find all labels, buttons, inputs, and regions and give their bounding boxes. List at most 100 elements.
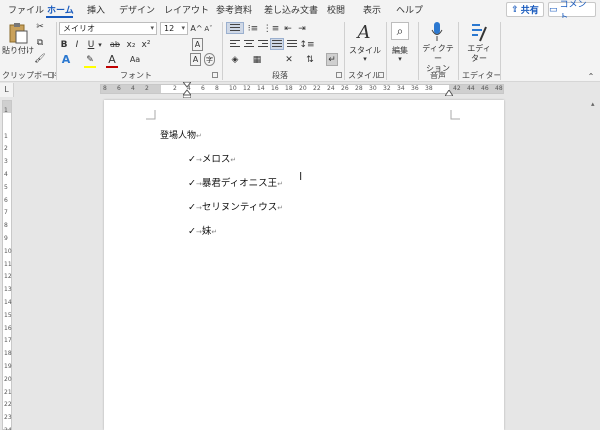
vertical-scrollbar[interactable] bbox=[590, 100, 600, 430]
margin-corner-mark bbox=[146, 110, 156, 120]
increase-indent-icon[interactable]: ⇥ bbox=[296, 22, 308, 35]
group-divider bbox=[458, 22, 459, 80]
ruler-tick-label: 23 bbox=[4, 414, 12, 422]
paragraph-mark: ↵ bbox=[277, 180, 284, 188]
search-icon[interactable]: ⌕ bbox=[391, 22, 409, 40]
char-border-button[interactable]: A bbox=[190, 53, 201, 66]
group-divider bbox=[56, 22, 57, 80]
ruler-tick-label: 16 bbox=[271, 85, 279, 92]
bold-button[interactable]: B bbox=[59, 38, 69, 51]
ruler-tick-label: 8 bbox=[4, 222, 8, 230]
ruler-tick-label: 14 bbox=[4, 299, 12, 306]
clipboard-launcher-icon[interactable] bbox=[48, 72, 54, 78]
distribute-icon[interactable] bbox=[287, 40, 297, 49]
list-item[interactable]: ✓→セリヌンティウス↵ bbox=[188, 199, 283, 213]
ruler-tick-label: 21 bbox=[4, 388, 12, 396]
tab-8[interactable]: 表示 bbox=[363, 3, 381, 16]
change-case-button[interactable]: Aa bbox=[128, 53, 142, 66]
highlight-icon[interactable]: ✎ bbox=[84, 53, 96, 66]
grow-font-button[interactable]: A^ bbox=[190, 22, 202, 35]
line-spacing-icon[interactable]: ↕≡ bbox=[299, 38, 314, 51]
superscript-button[interactable]: x² bbox=[140, 38, 152, 51]
comment-button[interactable]: ▭コメント bbox=[548, 0, 596, 23]
underline-button[interactable]: U bbox=[86, 38, 96, 51]
margin-corner-mark bbox=[450, 110, 460, 120]
ruler-tick-label: 20 bbox=[4, 375, 12, 383]
enclosed-char-button[interactable]: 字 bbox=[204, 53, 215, 66]
ruler-tick-label: 12 bbox=[243, 85, 251, 92]
style-launcher-icon[interactable] bbox=[378, 72, 384, 78]
styles-gallery-icon[interactable]: A bbox=[352, 21, 376, 43]
cut-icon[interactable]: ✂ bbox=[34, 20, 46, 33]
scroll-up-icon[interactable]: ▴ bbox=[591, 100, 595, 108]
decrease-indent-icon[interactable]: ⇤ bbox=[282, 22, 294, 35]
tab-3[interactable]: デザイン bbox=[119, 3, 155, 16]
ruler-tick-label: 8 bbox=[215, 85, 219, 92]
comment-icon: ▭ bbox=[549, 4, 558, 15]
tab-9[interactable]: ヘルプ bbox=[396, 3, 423, 16]
tab-2[interactable]: 挿入 bbox=[87, 3, 105, 16]
ruler-tick-label: 28 bbox=[355, 85, 363, 92]
font-color-swatch bbox=[106, 66, 118, 68]
italic-button[interactable]: I bbox=[72, 38, 82, 51]
strikethrough-button[interactable]: ab bbox=[108, 38, 122, 51]
editor-button[interactable]: エディ ター bbox=[462, 44, 496, 64]
shrink-font-button[interactable]: Aˇ bbox=[203, 22, 214, 35]
font-launcher-icon[interactable] bbox=[212, 72, 218, 78]
font-color-icon[interactable]: A bbox=[106, 53, 118, 66]
shading-icon[interactable]: ◈ bbox=[228, 53, 242, 66]
editor-icon[interactable] bbox=[470, 21, 488, 43]
format-painter-icon[interactable]: 🖌 bbox=[34, 52, 46, 65]
copy-icon[interactable]: ⧉ bbox=[34, 36, 46, 49]
tab-selector-icon[interactable]: L bbox=[0, 83, 14, 97]
text-effects-icon[interactable]: A bbox=[60, 53, 72, 66]
list-item[interactable]: ✓→メロス↵ bbox=[188, 151, 236, 165]
ruler-tick-label: 2 bbox=[173, 85, 177, 92]
styles-dropdown-icon[interactable]: ▾ bbox=[360, 55, 370, 63]
tab-7[interactable]: 校閲 bbox=[327, 3, 345, 16]
align-left-icon[interactable] bbox=[230, 40, 240, 49]
group-divider bbox=[386, 22, 387, 80]
clear-formatting-button[interactable]: A bbox=[192, 38, 203, 51]
tab-0[interactable]: ファイル bbox=[8, 3, 44, 16]
justify-button[interactable] bbox=[270, 38, 284, 50]
borders-icon[interactable]: ▦ bbox=[250, 53, 264, 66]
underline-dropdown[interactable]: ▾ bbox=[96, 38, 104, 51]
bullets-button[interactable] bbox=[226, 22, 244, 34]
horizontal-ruler[interactable]: 8 6 4 2 2 4 6 8 10 12 14 16 18 20 22 24 26 28 30 32 34 36 38 42… bbox=[100, 82, 504, 98]
numbering-icon[interactable]: ⁝≡ bbox=[245, 22, 261, 35]
paste-button[interactable]: 貼り付け bbox=[2, 45, 34, 56]
ruler-tick-label: 38 bbox=[425, 85, 433, 92]
paste-icon[interactable] bbox=[8, 22, 28, 44]
list-item[interactable]: ✓→暴君ディオニス王↵ bbox=[188, 175, 283, 189]
tab-4[interactable]: レイアウト bbox=[164, 3, 209, 16]
asian-layout-icon[interactable]: ✕ bbox=[282, 53, 296, 66]
tab-1[interactable]: ホーム bbox=[47, 3, 74, 16]
font-name-combo[interactable]: メイリオ ▾ bbox=[59, 22, 157, 35]
ruler-tick-label: 6 bbox=[201, 85, 205, 92]
tab-6[interactable]: 差し込み文書 bbox=[264, 3, 318, 16]
collapse-ribbon-icon[interactable]: ⌃ bbox=[586, 70, 596, 83]
list-item-text: セリヌンティウス bbox=[201, 202, 278, 213]
show-marks-icon[interactable]: ↵ bbox=[326, 53, 338, 66]
subscript-button[interactable]: x₂ bbox=[125, 38, 137, 51]
right-indent-marker-icon[interactable] bbox=[445, 90, 453, 96]
vertical-ruler[interactable]: 1123456789101112131415161718192021222324 bbox=[2, 100, 12, 430]
highlight-color-swatch bbox=[84, 66, 96, 68]
ruler-tick-label: 34 bbox=[397, 85, 405, 92]
paragraph-mark: ↵ bbox=[211, 228, 218, 236]
share-button[interactable]: ⇪ 共有 bbox=[506, 2, 544, 17]
font-size-combo[interactable]: 12 ▾ bbox=[160, 22, 188, 35]
multilevel-list-icon[interactable]: ⋮≡ bbox=[263, 22, 280, 35]
tab-5[interactable]: 参考資料 bbox=[216, 3, 252, 16]
document-heading[interactable]: 登場人物↵ bbox=[160, 128, 202, 141]
edit-dropdown-icon[interactable]: ▾ bbox=[395, 55, 405, 63]
align-right-icon[interactable] bbox=[258, 40, 268, 49]
list-item[interactable]: ✓→妹↵ bbox=[188, 223, 217, 237]
sort-icon[interactable]: ⇅ bbox=[304, 53, 316, 66]
align-center-icon[interactable] bbox=[244, 40, 254, 49]
microphone-icon[interactable] bbox=[431, 21, 443, 43]
document-page[interactable]: 登場人物↵ ✓→メロス↵ ✓→暴君ディオニス王↵ ✓→セリヌンティウス↵ ✓→妹↵ I bbox=[104, 100, 504, 430]
ruler-tick-label: 14 bbox=[257, 85, 265, 92]
paragraph-launcher-icon[interactable] bbox=[336, 72, 342, 78]
